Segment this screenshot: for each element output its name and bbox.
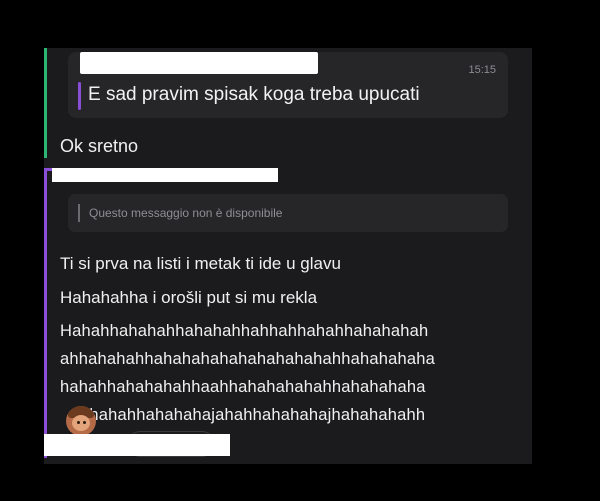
redacted-bottom-name	[44, 434, 230, 456]
message-text: Ti si prva na listi i metak ti ide u gla…	[60, 254, 341, 273]
redacted-sender-name-2	[52, 168, 278, 182]
laugh-line: Hahahhahahahhahahahhahhahhahahhahahahah	[60, 322, 429, 340]
chat-panel: 15:15 E sad pravim spisak koga treba upu…	[44, 48, 532, 464]
laugh-line: ahhahahahhahahahahahahahahahahhahahahaha	[60, 350, 436, 368]
reply-thread-bar-green	[44, 48, 47, 158]
quote-accent-bar	[78, 82, 81, 110]
reply-thread-bar-purple	[44, 168, 47, 458]
quoted-message-text: E sad pravim spisak koga treba upucati	[88, 84, 420, 105]
user-avatar-icon[interactable]	[66, 406, 96, 436]
reply-message-text: Ok sretno	[60, 136, 139, 156]
laugh-line: hahahhahahahahhaahhahahahahahhahahahaha	[60, 378, 426, 396]
avatar-face	[72, 415, 90, 431]
avatar-eye	[77, 421, 80, 424]
redacted-sender-name	[80, 52, 318, 74]
unavailable-message-text: Questo messaggio non è disponibile	[89, 206, 283, 220]
unavailable-quote-accent	[78, 204, 80, 222]
unavailable-quote-card[interactable]: Questo messaggio non è disponibile	[68, 194, 508, 232]
laugh-line: ahahahhahahahajahahhahahahajhahahahahh	[80, 406, 426, 424]
avatar-eye	[83, 421, 86, 424]
quoted-message-time: 15:15	[468, 64, 496, 76]
message-text: Hahahahha i orošli put si mu rekla	[60, 288, 318, 307]
quoted-message-card[interactable]: 15:15 E sad pravim spisak koga treba upu…	[68, 52, 508, 118]
